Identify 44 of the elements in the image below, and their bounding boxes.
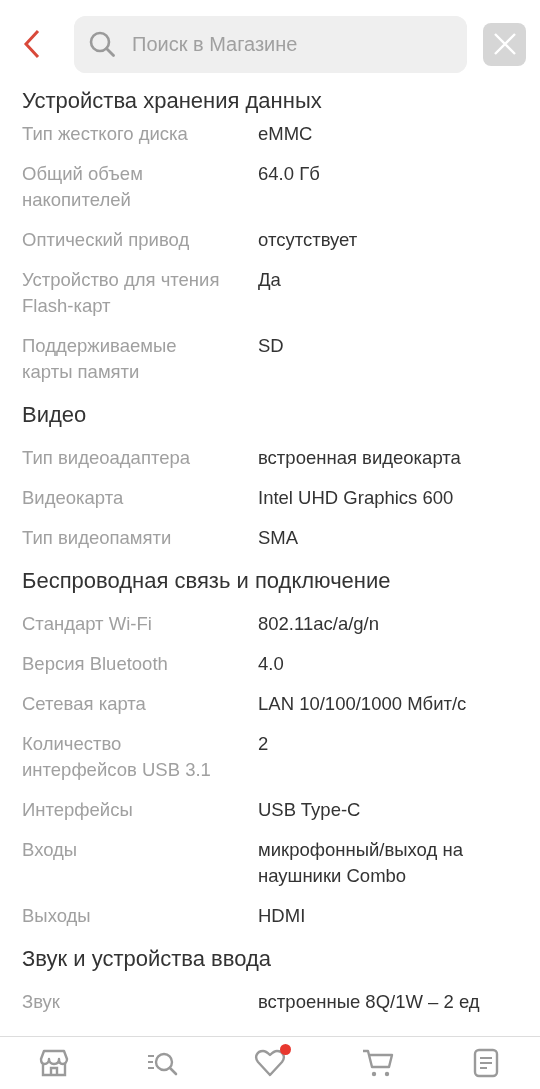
spec-value: 802.11ac/a/g/n — [258, 612, 381, 636]
spec-value: встроенные 8Q/1W – 2 ед — [258, 990, 481, 1014]
spec-value: LAN 10/100/1000 Мбит/с — [258, 692, 468, 716]
section-heading: Беспроводная связь и подключение — [22, 567, 392, 595]
spec-label: Оптический привод — [22, 228, 191, 252]
spec-label: Тип жесткого диска — [22, 122, 189, 146]
spec-value: eMMC — [258, 122, 314, 146]
search-field[interactable]: Поиск в Магазине — [74, 15, 467, 73]
spec-label: Тип видеопамяти — [22, 526, 173, 550]
spec-label: Поддерживаемые карты памяти — [22, 334, 178, 384]
spec-label: Версия Bluetooth — [22, 652, 169, 676]
spec-value: 2 — [258, 732, 270, 756]
spec-label: Стандарт Wi-Fi — [22, 612, 153, 636]
spec-value: 64.0 Гб — [258, 162, 321, 186]
spec-value: отсутствует — [258, 228, 359, 252]
spec-label: Тип видеоадаптера — [22, 446, 192, 470]
section-heading: Устройства хранения данных — [22, 88, 323, 114]
spec-value: HDMI — [258, 904, 307, 928]
spec-label: Сетевая карта — [22, 692, 147, 716]
spec-value: микрофонный/выход на наушники Combo — [258, 838, 464, 888]
spec-value: Да — [258, 268, 282, 292]
spec-label: Устройство для чтения Flash-карт — [22, 268, 221, 318]
spec-label: Интерфейсы — [22, 798, 134, 822]
section-heading: Видео — [22, 401, 88, 429]
section-heading: Звук и устройства ввода — [22, 945, 273, 973]
search-icon — [88, 29, 116, 58]
spec-value: SMA — [258, 526, 300, 550]
spec-value: 4.0 — [258, 652, 285, 676]
spec-value: USB Type-C — [258, 798, 362, 822]
heart-icon — [254, 1047, 286, 1079]
store-icon — [38, 1047, 70, 1079]
spec-value: Intel UHD Graphics 600 — [258, 486, 455, 510]
spec-label: Входы — [22, 838, 79, 862]
spec-label: Видеокарта — [22, 486, 125, 510]
close-icon — [492, 32, 517, 56]
spec-label: Количество интерфейсов USB 3.1 — [22, 732, 212, 782]
close-button[interactable] — [483, 22, 526, 66]
spec-label: Звук — [22, 990, 61, 1014]
spec-label: Общий объем накопителей — [22, 162, 144, 212]
chevron-left-icon — [22, 28, 42, 60]
spec-label: Выходы — [22, 904, 92, 928]
spec-value: SD — [258, 334, 285, 358]
cart-icon — [362, 1047, 394, 1079]
spec-value: встроенная видеокарта — [258, 446, 462, 470]
